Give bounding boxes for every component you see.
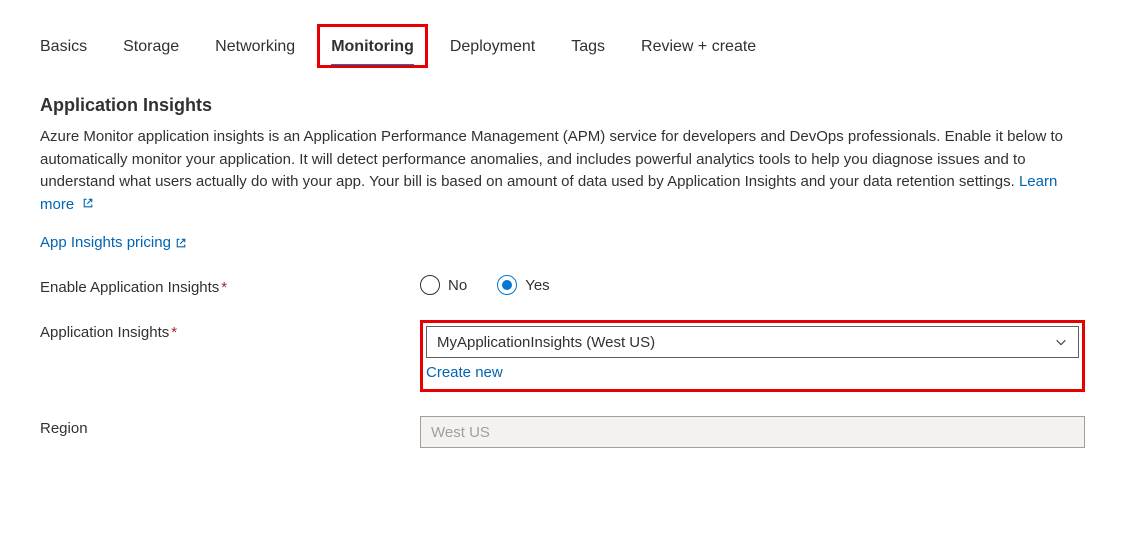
region-label: Region: [40, 416, 420, 437]
tab-monitoring[interactable]: Monitoring: [331, 30, 414, 67]
required-asterisk: *: [171, 324, 177, 341]
tab-basics[interactable]: Basics: [40, 30, 87, 67]
tab-bar: Basics Storage Networking Monitoring Dep…: [40, 30, 1088, 67]
external-link-icon: [175, 237, 187, 249]
required-asterisk: *: [221, 279, 227, 296]
create-new-link[interactable]: Create new: [426, 364, 503, 381]
tab-deployment[interactable]: Deployment: [450, 30, 535, 67]
section-heading: Application Insights: [40, 95, 1088, 116]
application-insights-label: Application Insights*: [40, 320, 420, 341]
section-description: Azure Monitor application insights is an…: [40, 126, 1080, 216]
enable-insights-row: Enable Application Insights* No Yes: [40, 275, 1088, 296]
tab-networking[interactable]: Networking: [215, 30, 295, 67]
tab-tags[interactable]: Tags: [571, 30, 605, 67]
region-row: Region West US: [40, 416, 1088, 448]
dropdown-value: MyApplicationInsights (West US): [437, 334, 655, 351]
pricing-link[interactable]: App Insights pricing: [40, 234, 187, 251]
radio-no[interactable]: No: [420, 275, 467, 295]
application-insights-row: Application Insights* MyApplicationInsig…: [40, 320, 1088, 392]
enable-insights-label: Enable Application Insights*: [40, 275, 420, 296]
tab-storage[interactable]: Storage: [123, 30, 179, 67]
application-insights-dropdown[interactable]: MyApplicationInsights (West US): [426, 326, 1079, 358]
chevron-down-icon: [1054, 335, 1068, 349]
radio-circle-checked-icon: [497, 275, 517, 295]
radio-yes[interactable]: Yes: [497, 275, 549, 295]
external-link-icon: [82, 197, 94, 209]
enable-insights-radio-group: No Yes: [420, 275, 1085, 295]
region-value: West US: [431, 424, 490, 441]
highlight-box-dropdown: MyApplicationInsights (West US) Create n…: [420, 320, 1085, 392]
region-input: West US: [420, 416, 1085, 448]
tab-review-create[interactable]: Review + create: [641, 30, 756, 67]
radio-circle-icon: [420, 275, 440, 295]
